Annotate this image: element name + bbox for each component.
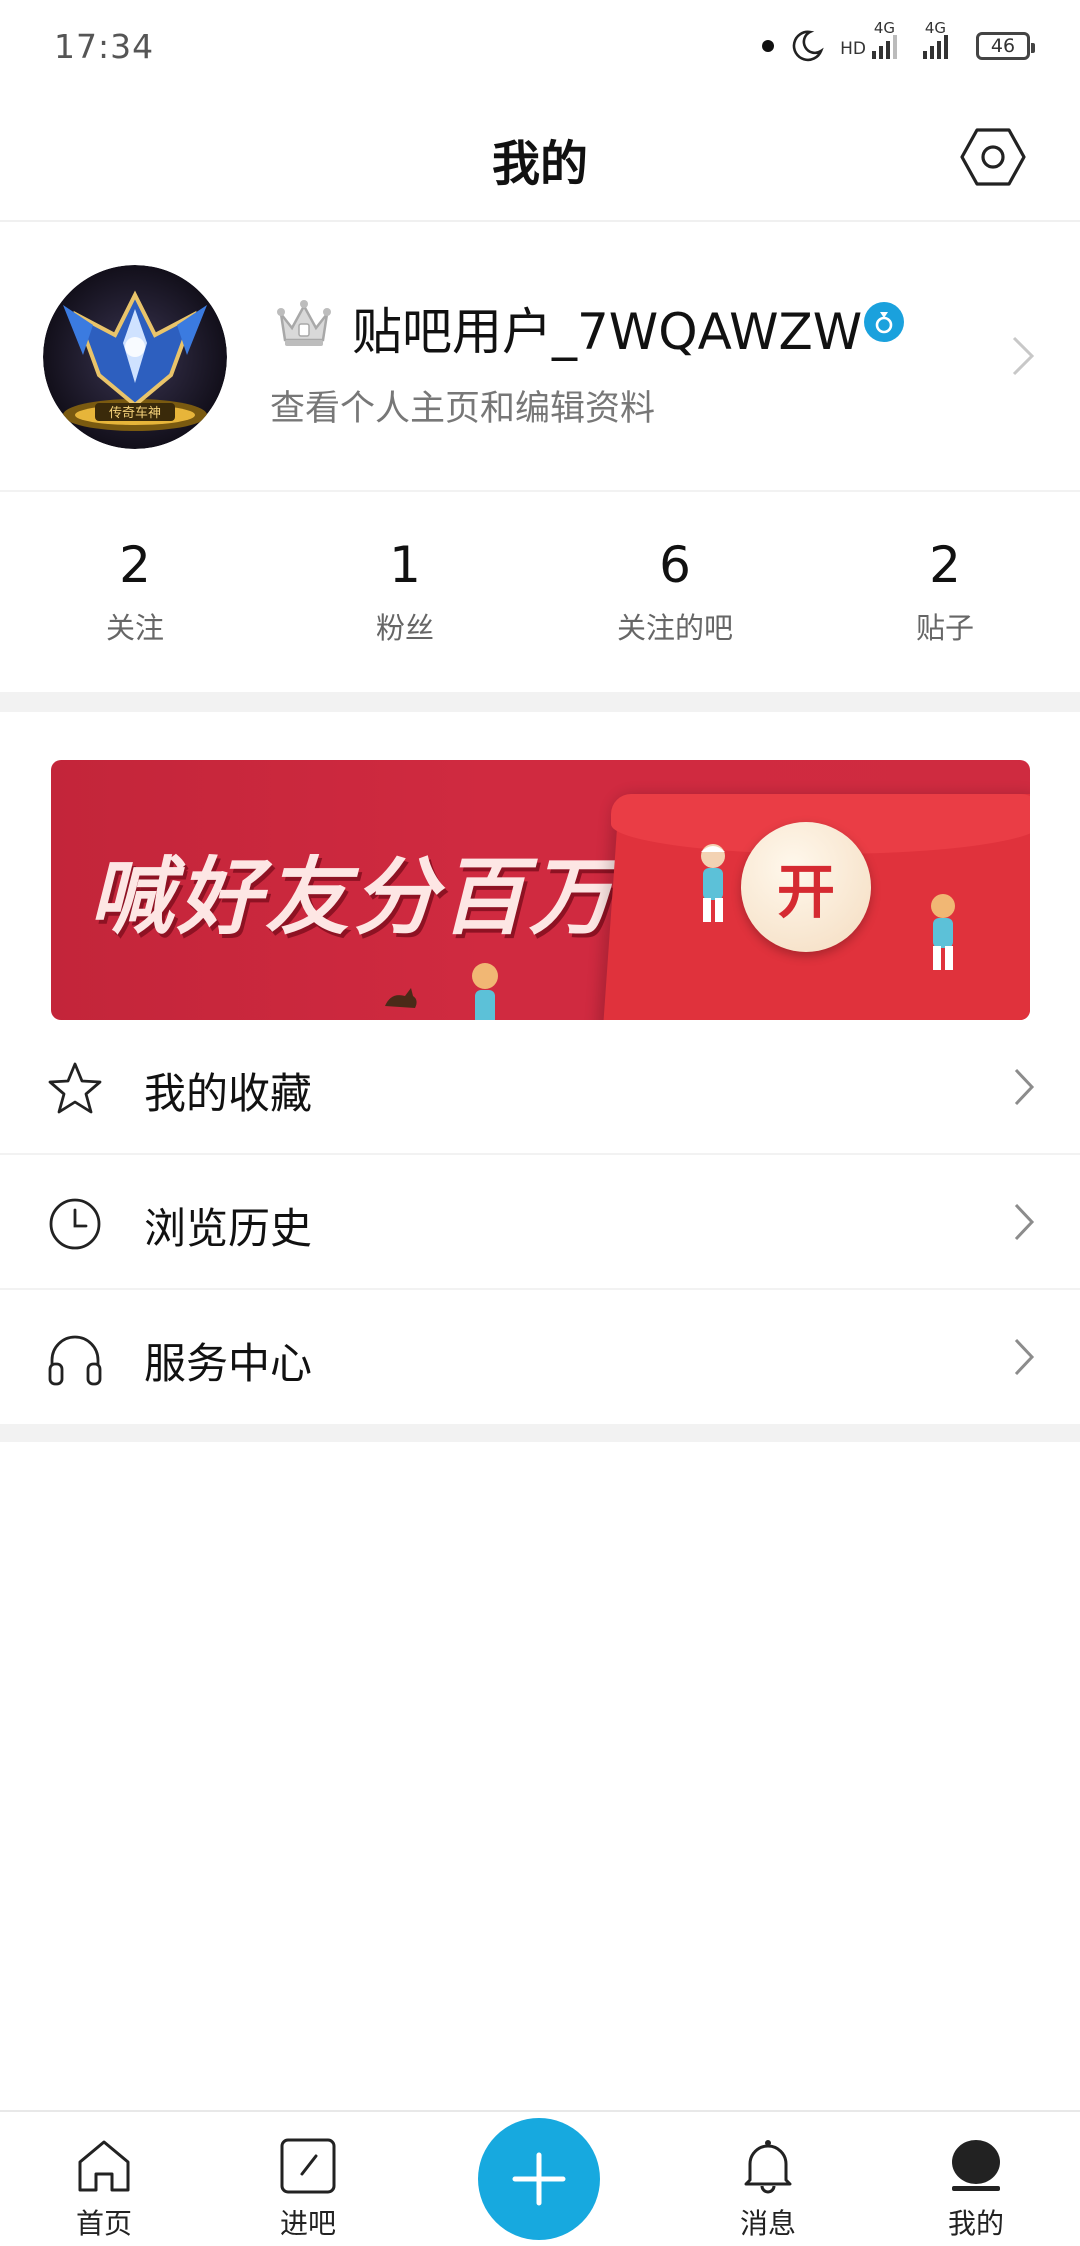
nav-enter-bar[interactable]: 进吧 [228, 2112, 388, 2246]
banner-open-button[interactable]: 开 [741, 822, 871, 952]
stat-label: 贴子 [915, 611, 974, 645]
verified-badge-icon [864, 302, 904, 342]
nav-label: 进吧 [279, 2207, 336, 2240]
battery-level: 46 [990, 35, 1016, 57]
notification-dot-icon [762, 40, 775, 52]
username: 贴吧用户_7WQAWZW [352, 303, 863, 361]
page: 17:34 HD 4G 4G 46 我的 传奇车神 贴吧用户_7WQAWZW 查… [0, 0, 1080, 2246]
stat-following[interactable]: 2 关注 [0, 494, 270, 692]
signal-sim1: HD 4G [840, 19, 897, 59]
page-title: 我的 [491, 136, 588, 192]
section-divider [0, 1424, 1080, 1442]
battery-icon: 46 [976, 32, 1035, 60]
settings-button[interactable] [958, 122, 1028, 192]
cartoon-figure-icon [931, 894, 955, 970]
stat-label: 关注 [105, 611, 164, 645]
banner-text: 喊好友分百万 [89, 848, 618, 946]
settings-hexagon-icon [960, 128, 1026, 186]
status-time: 17:34 [54, 26, 155, 66]
chevron-right-icon [1012, 336, 1035, 376]
section-divider [0, 692, 1080, 712]
stat-value: 2 [119, 536, 151, 594]
bell-icon [744, 2140, 792, 2194]
avatar[interactable]: 传奇车神 [43, 265, 227, 449]
stat-label: 关注的吧 [616, 611, 733, 645]
star-icon [48, 1062, 102, 1114]
plus-icon [512, 2152, 566, 2206]
cartoon-figure-icon [701, 844, 725, 922]
cartoon-figure-icon [472, 963, 498, 1020]
stat-fans[interactable]: 1 粉丝 [270, 494, 540, 692]
crown-icon [277, 300, 331, 346]
signal-sim2: 4G [923, 19, 948, 59]
nav-label: 消息 [739, 2207, 796, 2240]
header: 我的 [0, 92, 1080, 222]
menu-item-favorites[interactable]: 我的收藏 [0, 1020, 1080, 1155]
status-bar: 17:34 HD 4G 4G 46 [0, 0, 1080, 92]
nav-home[interactable]: 首页 [24, 2112, 184, 2246]
sim2-network-label: 4G [924, 19, 946, 37]
cat-icon [385, 988, 417, 1008]
menu-item-service-center[interactable]: 服务中心 [0, 1290, 1080, 1425]
menu-label: 浏览历史 [144, 1204, 313, 1253]
menu-label: 我的收藏 [144, 1069, 313, 1118]
stat-label: 粉丝 [375, 611, 434, 645]
user-filled-icon [952, 2140, 1000, 2191]
stat-value: 2 [929, 536, 961, 594]
menu-label: 服务中心 [144, 1339, 313, 1388]
avatar-image: 传奇车神 [43, 265, 227, 449]
stat-followed-bars[interactable]: 6 关注的吧 [540, 494, 810, 692]
home-icon [78, 2140, 130, 2192]
chevron-right-icon [1014, 1068, 1035, 1106]
menu-item-history[interactable]: 浏览历史 [0, 1155, 1080, 1290]
stat-posts[interactable]: 2 贴子 [810, 494, 1080, 692]
chevron-right-icon [1014, 1338, 1035, 1376]
stat-value: 6 [659, 536, 691, 594]
nav-mine[interactable]: 我的 [896, 2112, 1056, 2246]
stats-row: 2 关注 1 粉丝 6 关注的吧 2 贴子 [0, 494, 1080, 692]
nav-label: 首页 [75, 2207, 132, 2240]
stat-value: 1 [389, 536, 421, 594]
create-post-button[interactable] [478, 2118, 600, 2240]
avatar-caption: 传奇车神 [109, 405, 161, 421]
status-icons: HD 4G 4G 46 [762, 19, 1035, 63]
profile-subtitle: 查看个人主页和编辑资料 [270, 389, 656, 429]
nav-label: 我的 [947, 2207, 1004, 2240]
headphones-icon [48, 1335, 102, 1386]
edit-square-icon [280, 2138, 336, 2194]
clock-icon [49, 1198, 101, 1250]
sim1-network-label: 4G [873, 19, 895, 37]
nav-messages[interactable]: 消息 [688, 2112, 848, 2246]
chevron-right-icon [1014, 1203, 1035, 1241]
moon-icon [792, 30, 824, 62]
hd-label: HD [840, 39, 866, 59]
profile-card[interactable]: 传奇车神 贴吧用户_7WQAWZW 查看个人主页和编辑资料 [0, 222, 1080, 492]
promo-banner[interactable]: 喊好友分百万 开 [51, 760, 1030, 1020]
